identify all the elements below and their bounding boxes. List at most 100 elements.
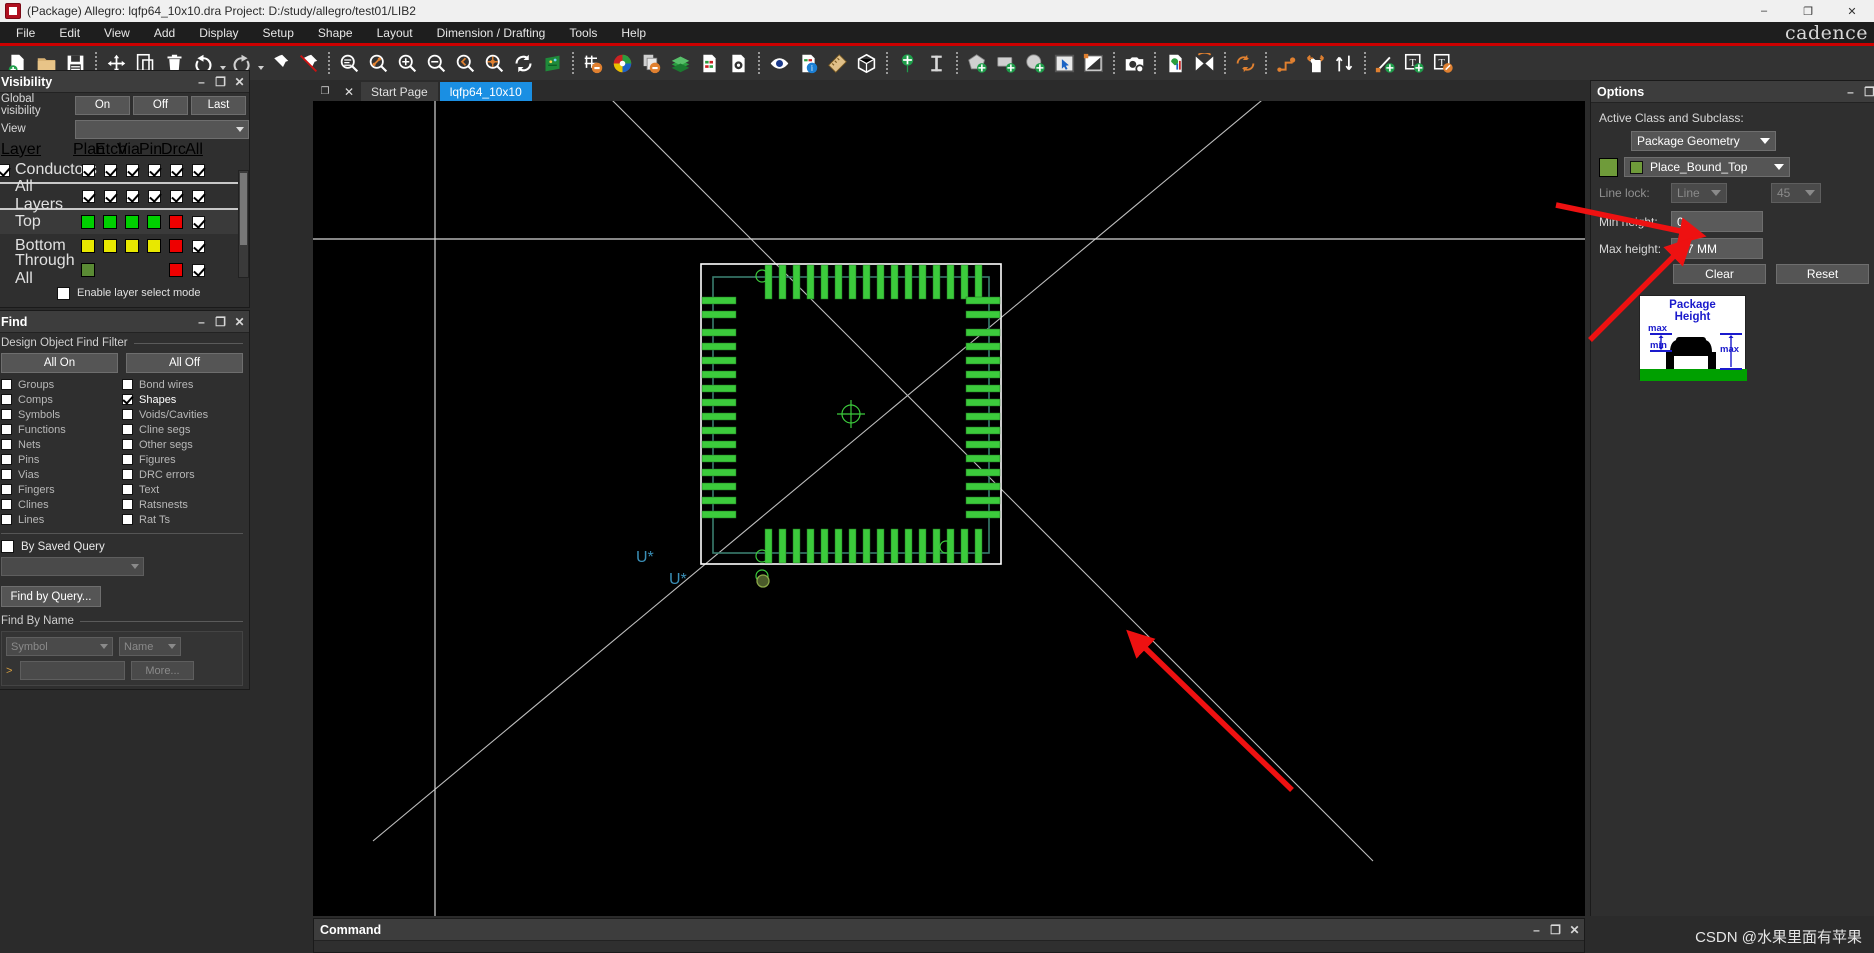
subclass-color-swatch[interactable] bbox=[1599, 158, 1618, 177]
menu-item-layout[interactable]: Layout bbox=[365, 23, 425, 43]
checkbox-ratsnests[interactable] bbox=[122, 499, 133, 510]
symbol-type-select[interactable]: Symbol bbox=[6, 637, 113, 656]
menu-item-help[interactable]: Help bbox=[609, 23, 658, 43]
swap-icon[interactable] bbox=[1231, 49, 1260, 78]
visibility-scrollbar-thumb[interactable] bbox=[240, 173, 247, 245]
cell-all-layers-via[interactable] bbox=[121, 190, 143, 203]
visibility-maximize-button[interactable]: ❐ bbox=[211, 72, 230, 92]
cell-top-drc[interactable] bbox=[165, 215, 187, 229]
column-header-drc[interactable]: Drc bbox=[161, 141, 183, 159]
color-wheel-icon[interactable] bbox=[608, 49, 637, 78]
cell-conductors-pin[interactable] bbox=[143, 164, 165, 177]
line-lock-select[interactable]: Line bbox=[1671, 183, 1727, 203]
visibility-close-button[interactable]: ✕ bbox=[230, 72, 249, 92]
edit-text-icon[interactable]: T bbox=[1429, 49, 1458, 78]
add-circle-icon[interactable] bbox=[1021, 49, 1050, 78]
menu-item-file[interactable]: File bbox=[4, 23, 47, 43]
checkbox-other-segs[interactable] bbox=[122, 439, 133, 450]
column-header-etch[interactable]: Etch bbox=[95, 141, 117, 159]
checkbox-comps[interactable] bbox=[1, 394, 12, 405]
cell-conductors-drc[interactable] bbox=[165, 164, 187, 177]
menu-item-shape[interactable]: Shape bbox=[306, 23, 365, 43]
zoom-center-icon[interactable] bbox=[480, 49, 509, 78]
column-header-via[interactable]: Via bbox=[117, 141, 139, 159]
zoom-fit-icon[interactable] bbox=[335, 49, 364, 78]
checkbox-vias[interactable] bbox=[1, 469, 12, 480]
enable-layer-select-mode-checkbox[interactable] bbox=[57, 287, 70, 300]
options-minimize-button[interactable]: – bbox=[1841, 82, 1860, 102]
restore-window-icon[interactable]: ❐ bbox=[313, 82, 337, 101]
checkbox-clines[interactable] bbox=[1, 499, 12, 510]
shape-fill-icon[interactable] bbox=[1079, 49, 1108, 78]
checkbox-rat-ts[interactable] bbox=[122, 514, 133, 525]
checkbox-drc-errors[interactable] bbox=[122, 469, 133, 480]
cell-bottom-all[interactable] bbox=[187, 240, 209, 253]
name-input[interactable] bbox=[20, 661, 125, 680]
subclass-select[interactable]: Place_Bound_Top bbox=[1624, 157, 1790, 177]
pcb-canvas[interactable]: U* U* bbox=[313, 101, 1585, 916]
checkbox-shapes[interactable] bbox=[122, 394, 133, 405]
command-maximize-button[interactable]: ❐ bbox=[1546, 920, 1565, 940]
report-info-icon[interactable]: i bbox=[794, 49, 823, 78]
more-button[interactable]: More... bbox=[131, 661, 194, 680]
menu-item-tools[interactable]: Tools bbox=[557, 23, 609, 43]
options-maximize-button[interactable]: ❐ bbox=[1860, 82, 1874, 102]
name-mode-select[interactable]: Name bbox=[119, 637, 181, 656]
saved-query-select[interactable] bbox=[1, 557, 144, 576]
layers-toggle-icon[interactable] bbox=[637, 49, 666, 78]
maximize-window-button[interactable]: ❐ bbox=[1786, 0, 1830, 22]
active-class-select[interactable]: Package Geometry bbox=[1631, 131, 1776, 151]
visibility-scrollbar[interactable] bbox=[238, 170, 249, 278]
find-by-query-button[interactable]: Find by Query... bbox=[1, 586, 101, 607]
checkbox-bond-wires[interactable] bbox=[122, 379, 133, 390]
checkbox-text[interactable] bbox=[122, 484, 133, 495]
all-on-button[interactable]: All On bbox=[1, 353, 118, 373]
cell-conductors-all[interactable] bbox=[187, 164, 209, 177]
visibility-minimize-button[interactable]: – bbox=[192, 72, 211, 92]
find-maximize-button[interactable]: ❐ bbox=[211, 312, 230, 332]
slide-icon[interactable] bbox=[1301, 49, 1330, 78]
board-icon[interactable] bbox=[538, 49, 567, 78]
min-height-input[interactable]: 0 bbox=[1671, 211, 1763, 232]
add-shape-icon[interactable] bbox=[963, 49, 992, 78]
global-visibility-off-button[interactable]: Off bbox=[133, 96, 188, 115]
menu-item-display[interactable]: Display bbox=[187, 23, 250, 43]
line-angle-select[interactable]: 45 bbox=[1771, 183, 1821, 203]
global-visibility-last-button[interactable]: Last bbox=[191, 96, 246, 115]
snapshot-icon[interactable] bbox=[1120, 49, 1149, 78]
find-minimize-button[interactable]: – bbox=[192, 312, 211, 332]
checkbox-cline-segs[interactable] bbox=[122, 424, 133, 435]
cell-bottom-etch[interactable] bbox=[99, 239, 121, 253]
cell-bottom-via[interactable] bbox=[121, 239, 143, 253]
cell-top-all[interactable] bbox=[187, 216, 209, 229]
show-element-icon[interactable] bbox=[765, 49, 794, 78]
grid-toggle-icon[interactable] bbox=[579, 49, 608, 78]
vertex-icon[interactable] bbox=[1330, 49, 1359, 78]
checkbox-groups[interactable] bbox=[1, 379, 12, 390]
column-header-all[interactable]: All bbox=[183, 141, 205, 159]
cell-top-etch[interactable] bbox=[99, 215, 121, 229]
cell-top-plan[interactable] bbox=[77, 215, 99, 229]
cell-all-layers-etch[interactable] bbox=[99, 190, 121, 203]
all-off-button[interactable]: All Off bbox=[126, 353, 243, 373]
tab-start-page[interactable]: Start Page bbox=[361, 82, 438, 101]
menu-item-add[interactable]: Add bbox=[142, 23, 187, 43]
refresh-icon[interactable] bbox=[509, 49, 538, 78]
zoom-by-points-icon[interactable] bbox=[364, 49, 393, 78]
global-visibility-on-button[interactable]: On bbox=[75, 96, 130, 115]
cell-conductors-via[interactable] bbox=[121, 164, 143, 177]
checkbox-nets[interactable] bbox=[1, 439, 12, 450]
tab-lqfp64-10x10[interactable]: lqfp64_10x10 bbox=[440, 82, 532, 101]
add-connect-icon[interactable] bbox=[1272, 49, 1301, 78]
flip-design-icon[interactable] bbox=[1190, 49, 1219, 78]
measure-icon[interactable] bbox=[823, 49, 852, 78]
checkbox-fingers[interactable] bbox=[1, 484, 12, 495]
cell-through-all-all[interactable] bbox=[187, 264, 209, 277]
column-header-plan[interactable]: Plan bbox=[73, 141, 95, 159]
pin-icon[interactable] bbox=[265, 49, 294, 78]
by-saved-query-checkbox[interactable] bbox=[1, 540, 14, 553]
checkbox-voids-cavities[interactable] bbox=[122, 409, 133, 420]
minimize-window-button[interactable]: – bbox=[1742, 0, 1786, 22]
cell-conductors-plan[interactable] bbox=[77, 164, 99, 177]
close-tab-icon[interactable]: ✕ bbox=[337, 82, 361, 101]
